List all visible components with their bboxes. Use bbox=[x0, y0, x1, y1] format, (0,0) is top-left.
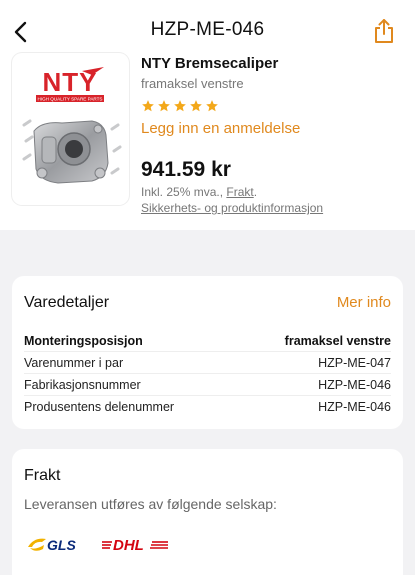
gls-logo: GLS bbox=[28, 537, 76, 553]
svg-text:GLS: GLS bbox=[47, 537, 76, 553]
spec-value: HZP-ME-047 bbox=[318, 355, 391, 370]
star-icon bbox=[174, 100, 186, 112]
item-details-title: Varedetaljer bbox=[24, 294, 110, 311]
spec-value: framaksel venstre bbox=[284, 333, 391, 348]
delivery-title: Frakt bbox=[24, 467, 61, 484]
write-review-link[interactable]: Legg inn en anmeldelse bbox=[141, 120, 300, 137]
star-icon bbox=[206, 100, 218, 112]
safety-info-link[interactable]: Sikkerhets- og produktinformasjon bbox=[141, 201, 323, 215]
svg-text:DHL: DHL bbox=[113, 537, 144, 553]
dhl-logo: DHL bbox=[102, 537, 168, 553]
page-title: HZP-ME-046 bbox=[150, 19, 265, 40]
delivery-subtitle: Leveransen utføres av følgende selskap: bbox=[24, 496, 277, 512]
spec-label: Varenummer i par bbox=[24, 355, 124, 370]
share-button[interactable] bbox=[373, 18, 395, 44]
delivery-card: Frakt Leveransen utføres av følgende sel… bbox=[12, 449, 403, 575]
spec-table: Monteringsposisjon framaksel venstre Var… bbox=[24, 330, 391, 418]
share-icon bbox=[375, 19, 393, 43]
tax-text: Inkl. 25% mva., bbox=[141, 185, 227, 199]
table-row: Monteringsposisjon framaksel venstre bbox=[24, 330, 391, 352]
table-row: Varenummer i par HZP-ME-047 bbox=[24, 352, 391, 374]
freight-link[interactable]: Frakt bbox=[226, 185, 253, 199]
product-info: NTY Bremsecaliper framaksel venstre Legg… bbox=[141, 55, 406, 217]
carrier-logos: GLS DHL bbox=[26, 535, 170, 553]
spec-label: Fabrikasjonsnummer bbox=[24, 377, 141, 392]
product-name: NTY Bremsecaliper bbox=[141, 55, 279, 72]
star-icon bbox=[142, 100, 154, 112]
item-details-card: Varedetaljer Mer info Monteringsposisjon… bbox=[12, 276, 403, 429]
spec-label: Produsentens delenummer bbox=[24, 400, 175, 414]
star-icon bbox=[190, 100, 202, 112]
product-price: 941.59 kr bbox=[141, 158, 231, 181]
more-info-link[interactable]: Mer info bbox=[337, 294, 391, 311]
product-image[interactable]: NTY HIGH QUALITY SPARE PARTS bbox=[12, 53, 129, 205]
nty-brand-logo: NTY HIGH QUALITY SPARE PARTS bbox=[36, 67, 104, 102]
brake-caliper-image bbox=[22, 119, 122, 184]
spec-label: Monteringsposisjon bbox=[24, 333, 143, 348]
spec-value: HZP-ME-046 bbox=[318, 377, 391, 392]
table-row: Fabrikasjonsnummer HZP-ME-046 bbox=[24, 374, 391, 396]
svg-text:HIGH QUALITY SPARE PARTS: HIGH QUALITY SPARE PARTS bbox=[37, 97, 102, 102]
star-icon bbox=[158, 100, 170, 112]
tax-info: Inkl. 25% mva., Frakt. bbox=[141, 185, 406, 199]
tax-suffix: . bbox=[253, 185, 258, 199]
product-summary-card: NTY HIGH QUALITY SPARE PARTS NTY Bremsec… bbox=[0, 45, 415, 230]
spec-value: HZP-ME-046 bbox=[318, 400, 391, 414]
product-variant: framaksel venstre bbox=[141, 76, 244, 91]
rating-stars bbox=[141, 99, 406, 113]
table-row: Produsentens delenummer HZP-ME-046 bbox=[24, 396, 391, 418]
